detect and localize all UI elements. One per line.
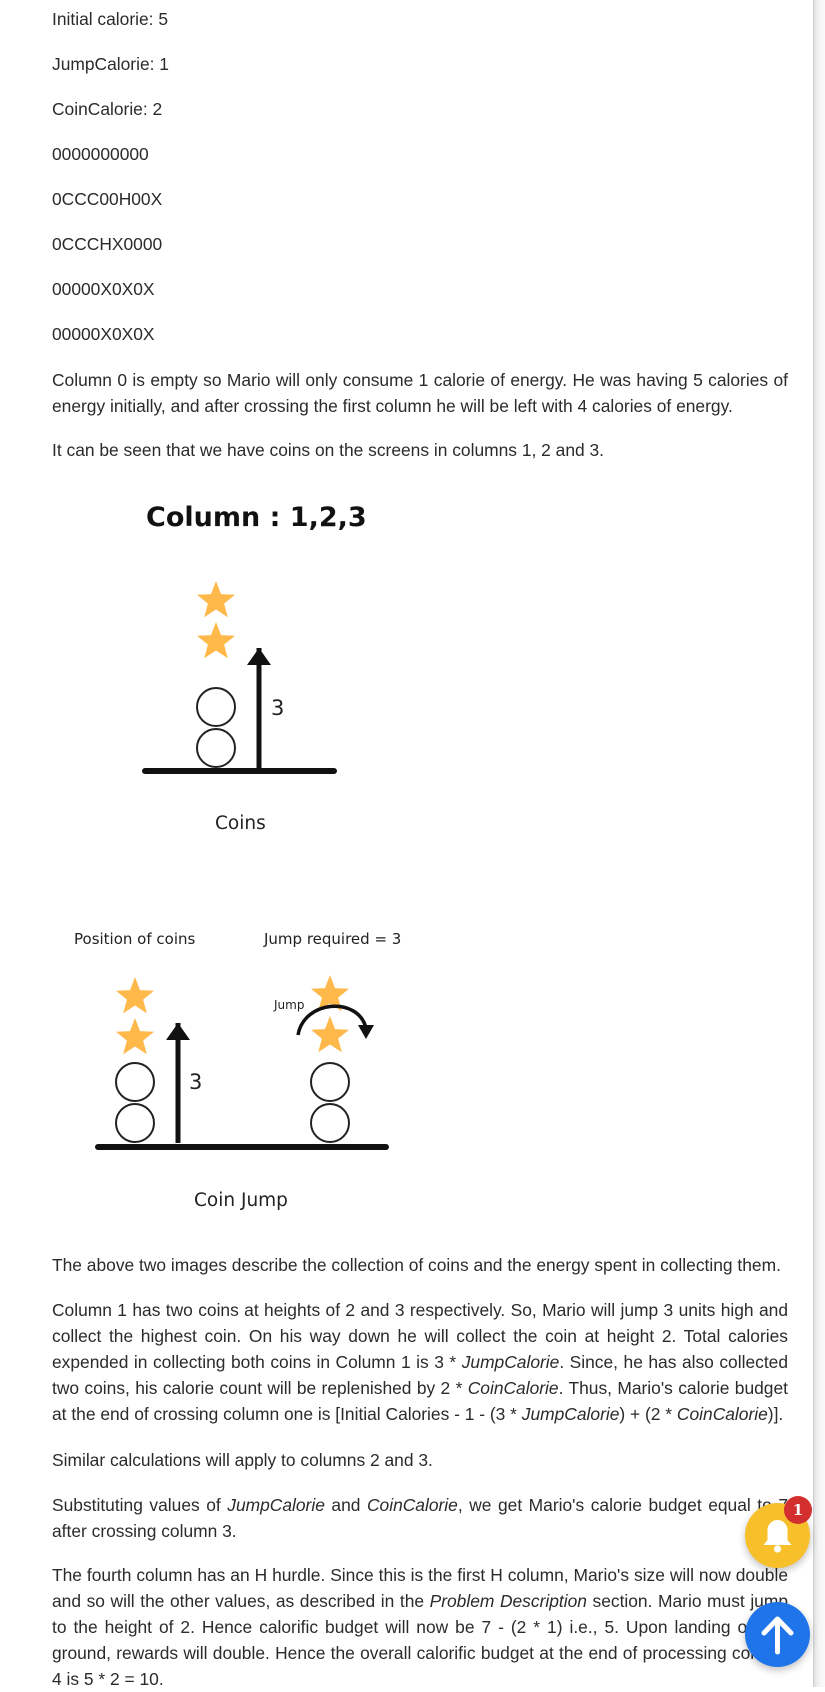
coin-calorie-line: CoinCalorie: 2 xyxy=(52,99,163,119)
paragraph-column0: Column 0 is empty so Mario will only con… xyxy=(52,370,788,416)
scroll-to-top-button[interactable] xyxy=(745,1602,810,1667)
coin-icon xyxy=(196,687,236,727)
figure-coin-jump: Position of coins Jump required = 3 3 Ju… xyxy=(52,920,452,1220)
grid-row-line: 00000X0X0X xyxy=(52,324,155,344)
star-icon xyxy=(116,1018,154,1055)
paragraph-fourth-column: The fourth column has an H hurdle. Since… xyxy=(52,1565,789,1689)
paragraph-substituting: Substituting values of JumpCalorie and C… xyxy=(52,1495,788,1541)
coin-icon xyxy=(310,1103,350,1143)
figure-caption: Coins xyxy=(215,813,266,834)
jump-required-label: Jump required = 3 xyxy=(264,930,402,948)
grid-row-line: 0CCCHX0000 xyxy=(52,234,163,254)
jump-calorie-line: JumpCalorie: 1 xyxy=(52,54,169,74)
figure-caption: Coin Jump xyxy=(194,1190,288,1211)
notification-count-badge: 1 xyxy=(784,1496,812,1524)
figure-title: Column : 1,2,3 xyxy=(146,502,367,533)
star-icon xyxy=(311,1016,349,1053)
height-label: 3 xyxy=(271,696,285,720)
coins-diagram xyxy=(142,581,337,774)
coin-jump-diagram xyxy=(95,975,389,1150)
grid-row-line: 0CCC00H00X xyxy=(52,189,163,209)
arrow-up-icon xyxy=(761,1616,794,1655)
coin-icon xyxy=(115,1103,155,1143)
coin-icon xyxy=(196,728,236,768)
star-icon xyxy=(197,622,235,659)
position-of-coins-label: Position of coins xyxy=(74,930,196,948)
star-icon xyxy=(116,977,154,1014)
arrow-head-icon xyxy=(358,1025,374,1039)
grid-row-line: 00000X0X0X xyxy=(52,279,155,299)
paragraph-column1: Column 1 has two coins at heights of 2 a… xyxy=(52,1300,788,1424)
paragraph-similar: Similar calculations will apply to colum… xyxy=(52,1450,433,1470)
height-label: 3 xyxy=(189,1070,203,1094)
coin-icon xyxy=(115,1062,155,1102)
paragraph-coins: It can be seen that we have coins on the… xyxy=(52,440,605,460)
figure-coins: Column : 1,2,3 3 Coins xyxy=(52,490,452,850)
coin-icon xyxy=(310,1062,350,1102)
arrow-head-icon xyxy=(166,1023,190,1040)
grid-row-line: 0000000000 xyxy=(52,144,149,164)
arrow-head-icon xyxy=(247,648,271,665)
star-icon xyxy=(197,581,235,618)
paragraph-above: The above two images describe the collec… xyxy=(52,1255,781,1275)
initial-calorie-line: Initial calorie: 5 xyxy=(52,9,168,29)
page-edge-shadow xyxy=(813,0,825,1687)
jump-label: Jump xyxy=(274,998,305,1012)
